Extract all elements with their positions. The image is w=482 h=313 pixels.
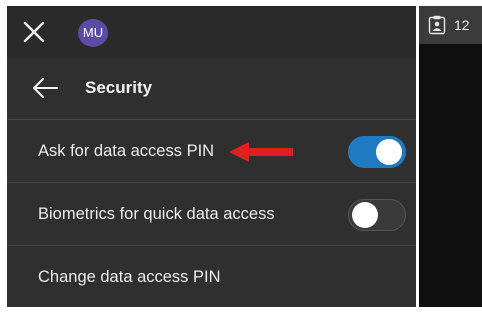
side-panel: 12 bbox=[419, 6, 482, 307]
setting-label: Biometrics for quick data access bbox=[38, 205, 275, 223]
setting-row-biometrics[interactable]: Biometrics for quick data access bbox=[7, 183, 416, 246]
toggle-knob bbox=[376, 139, 402, 165]
panel-header: MU bbox=[7, 6, 416, 57]
close-icon[interactable] bbox=[21, 19, 47, 45]
red-arrow-icon bbox=[229, 142, 293, 162]
side-panel-header[interactable]: 12 bbox=[419, 6, 482, 44]
count-badge: 12 bbox=[454, 17, 470, 33]
ask-pin-toggle[interactable] bbox=[348, 136, 406, 168]
toggle-knob bbox=[352, 202, 378, 228]
clipboard-user-icon bbox=[428, 15, 446, 35]
security-settings-panel: MU Security Ask for data access PIN Biom… bbox=[7, 6, 416, 307]
page-title: Security bbox=[85, 78, 153, 97]
title-row: Security bbox=[7, 57, 416, 120]
setting-row-ask-pin[interactable]: Ask for data access PIN bbox=[7, 120, 416, 183]
setting-label: Change data access PIN bbox=[38, 268, 221, 286]
setting-label: Ask for data access PIN bbox=[38, 142, 215, 160]
screenshot-root: MU Security Ask for data access PIN Biom… bbox=[0, 0, 482, 313]
arrow-left-icon[interactable] bbox=[31, 77, 59, 99]
setting-row-change-pin[interactable]: Change data access PIN bbox=[7, 246, 416, 307]
avatar[interactable]: MU bbox=[78, 19, 108, 47]
biometrics-toggle[interactable] bbox=[348, 199, 406, 231]
